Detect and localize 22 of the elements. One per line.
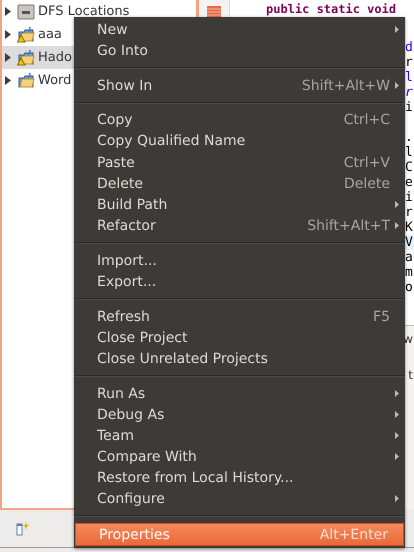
tree-item-label: Word (38, 73, 72, 88)
code-fragment: l (405, 70, 414, 85)
code-fragment: . (405, 130, 414, 145)
tree-item-label: DFS Locations (38, 4, 130, 19)
code-fragment: r (405, 205, 414, 220)
code-fragment: e (405, 175, 414, 190)
code-fragment: l (405, 145, 414, 160)
code-fragment: i (405, 100, 414, 115)
tree-item-label: aaa (38, 27, 62, 42)
code-fragment: i (405, 190, 414, 205)
code-fragment: K (405, 220, 414, 235)
code-fragment: m (405, 265, 414, 280)
code-fragment: V (405, 235, 414, 250)
code-fragment: C (405, 160, 414, 175)
code-fragment: r (405, 55, 414, 70)
panel-text: t (408, 368, 413, 382)
code-fragment: d (405, 40, 414, 55)
tree-item-label: Hado (38, 50, 72, 65)
code-fragment: o (405, 280, 414, 295)
code-fragment: a (405, 250, 414, 265)
code-line: public static void (266, 2, 396, 16)
code-fragment: r (405, 85, 414, 100)
